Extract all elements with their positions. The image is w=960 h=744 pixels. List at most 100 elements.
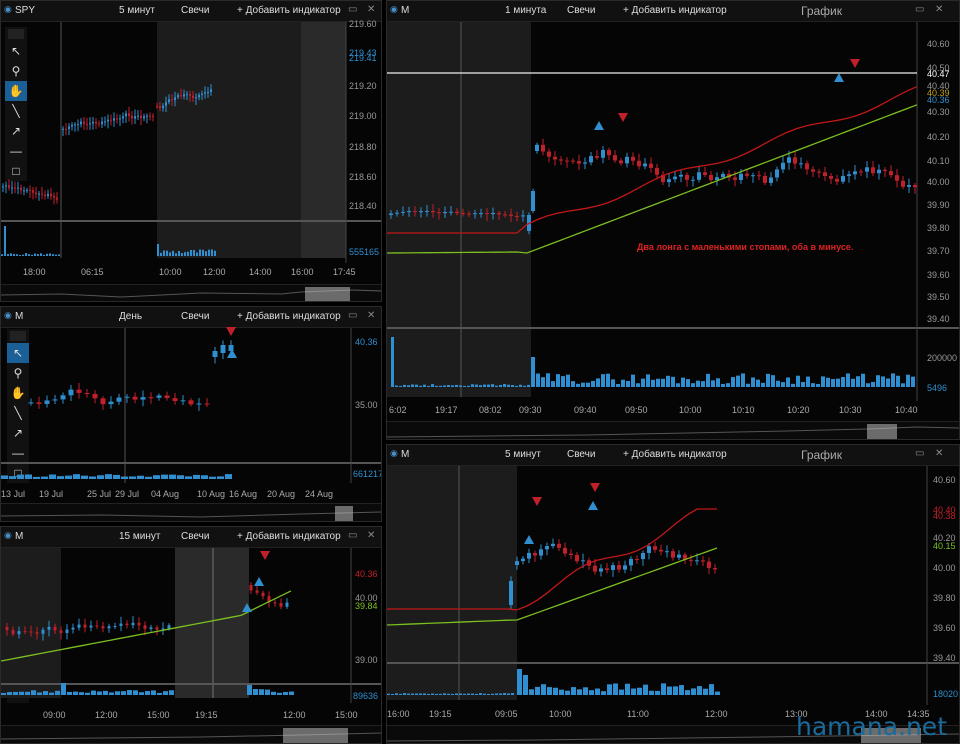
- candle-body: [119, 623, 123, 626]
- volume-bar: [861, 373, 865, 387]
- candle-body: [196, 403, 202, 405]
- volume-bar: [4, 226, 6, 256]
- volume-bar: [601, 374, 605, 387]
- volume-bar: [656, 378, 660, 387]
- volume-bar: [471, 693, 474, 695]
- volume-bar: [178, 250, 180, 256]
- candle-body: [116, 118, 118, 120]
- candle-body: [823, 172, 827, 177]
- volume-value: 5496: [927, 383, 948, 393]
- volume-bar: [105, 474, 112, 479]
- candle-body: [871, 167, 875, 174]
- volume-bar: [41, 476, 48, 479]
- volume-bar: [536, 373, 540, 387]
- candle-body: [787, 157, 791, 163]
- candle-body: [491, 212, 495, 215]
- candle-body: [8, 185, 10, 188]
- volume-bar: [121, 476, 128, 479]
- price-label: 219.41: [349, 53, 377, 63]
- candle-body: [689, 559, 693, 561]
- volume-bar: [676, 383, 680, 387]
- candle-body: [14, 187, 16, 189]
- time-scrollbar[interactable]: [1, 503, 381, 521]
- time-scrollbar[interactable]: [387, 421, 959, 439]
- time-label: 09:30: [519, 405, 542, 415]
- volume-value: 89636: [353, 691, 379, 701]
- candle-body: [413, 211, 417, 213]
- candle-body: [140, 397, 146, 400]
- candle-body: [83, 121, 85, 124]
- candle-body: [425, 210, 429, 212]
- volume-bar: [666, 375, 670, 387]
- candle-body: [907, 185, 911, 187]
- candle-body: [137, 115, 139, 117]
- volume-bar: [826, 377, 830, 387]
- candle-body: [677, 554, 681, 558]
- candle-body: [131, 622, 135, 626]
- volume-bar: [169, 252, 171, 256]
- volume-bar: [625, 683, 630, 695]
- candle-body: [461, 213, 465, 215]
- volume-bar: [487, 693, 490, 695]
- candle-body: [180, 95, 182, 97]
- volume-bar: [697, 686, 702, 695]
- volume-bar: [503, 693, 506, 695]
- candle-body: [407, 211, 411, 213]
- time-label: 17:45: [333, 267, 356, 277]
- candle-body: [192, 95, 194, 98]
- volume-bar: [395, 385, 398, 387]
- volume-bar: [519, 384, 522, 387]
- candle-body: [167, 625, 171, 629]
- candle-body: [835, 178, 839, 182]
- time-label: 09:05: [495, 709, 518, 719]
- volume-bar: [91, 690, 96, 695]
- volume-bar: [411, 693, 414, 695]
- candle-body: [901, 180, 905, 187]
- candle-body: [92, 393, 98, 399]
- volume-max-label: 200000: [927, 353, 958, 363]
- time-label: 09:00: [43, 710, 66, 720]
- time-scrollbar[interactable]: [1, 284, 381, 301]
- volume-bar: [166, 250, 168, 256]
- price-chart[interactable]: Два лонга с маленькими стопами, оба в ми…: [387, 1, 960, 440]
- time-scrollbar[interactable]: [1, 725, 381, 743]
- candle-body: [653, 546, 657, 550]
- volume-bar: [25, 253, 27, 256]
- volume-bar: [595, 688, 600, 695]
- time-label: 6:02: [389, 405, 407, 415]
- volume-bars: [1, 474, 232, 479]
- candle-body: [889, 171, 893, 176]
- price-chart[interactable]: [1, 1, 382, 302]
- volume-bar: [906, 374, 910, 387]
- time-label: 10 Aug: [197, 489, 226, 499]
- candle-body: [89, 123, 91, 125]
- volume-bar: [427, 385, 430, 387]
- candle-body: [601, 150, 605, 158]
- candle-body: [629, 558, 633, 566]
- volume-bar: [726, 383, 730, 387]
- volume-bar: [499, 384, 502, 387]
- volume-bar: [881, 376, 885, 387]
- buy-marker: [594, 121, 604, 130]
- price-label: 219.20: [349, 81, 377, 91]
- buy-marker: [588, 501, 598, 510]
- volume-bar: [9, 476, 16, 479]
- candle-body: [671, 551, 675, 558]
- price-label: 218.40: [349, 201, 377, 211]
- volume-value: 555165: [349, 247, 380, 257]
- price-chart[interactable]: [387, 445, 960, 744]
- time-label: 13 Jul: [1, 489, 26, 499]
- candle-body: [437, 212, 441, 214]
- candle-body: [479, 213, 483, 215]
- volume-bar: [225, 474, 232, 479]
- candle-body: [401, 211, 405, 213]
- candle-body: [164, 395, 170, 399]
- price-label: 39.00: [355, 655, 378, 665]
- volume-bar: [133, 690, 138, 695]
- volume-bar: [581, 382, 585, 387]
- candle-body: [107, 119, 109, 122]
- candle-body: [84, 392, 90, 394]
- volume-bar: [202, 249, 204, 256]
- volume-bar: [613, 683, 618, 695]
- candle-body: [220, 345, 226, 353]
